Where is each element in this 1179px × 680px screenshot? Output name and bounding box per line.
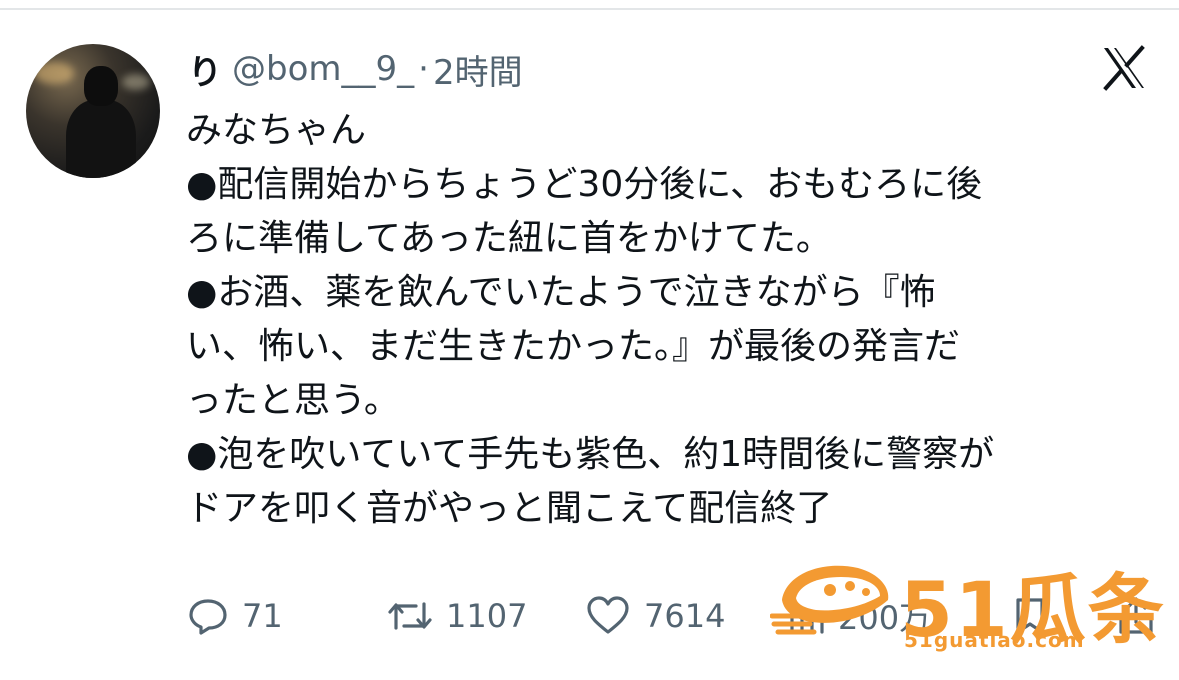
display-name[interactable]: り: [188, 45, 222, 94]
watermark-logo-icon: [770, 565, 889, 635]
tweet-text-line: みなちゃん: [186, 110, 367, 151]
tweet-text: みなちゃん ●配信開始からちょうど30分後に、おもむろに後 ろに準備してあった紐…: [186, 104, 1156, 536]
reply-count: 71: [242, 597, 283, 635]
repost-button[interactable]: 1107: [386, 588, 527, 644]
watermark: 51瓜条 51guatiao.com: [770, 548, 1170, 658]
tweet-text-line: ろに準備してあった紐に首をかけてた。: [186, 218, 832, 259]
tweet-text-line: ●泡を吹いていて手先も紫色、約1時間後に警察が: [186, 434, 995, 475]
tweet-text-line: ったと思う。: [186, 380, 400, 421]
avatar-person: [66, 100, 136, 178]
tweet-timestamp[interactable]: 2時間: [433, 45, 523, 94]
tweet-text-line: ●配信開始からちょうど30分後に、おもむろに後: [186, 164, 983, 205]
header-separator: ·: [418, 49, 429, 89]
tweet-text-line: ●お酒、薬を飲んでいたようで泣きながら『怖: [186, 272, 936, 313]
avatar[interactable]: [26, 44, 160, 178]
like-count: 7614: [644, 597, 726, 635]
tweet-text-line: い、怖い、まだ生きたかった。』が最後の発言だ: [186, 326, 961, 367]
reply-icon: [189, 599, 227, 635]
x-logo-icon: [1103, 45, 1145, 91]
tweet-text-line: ドアを叩く音がやっと聞こえて配信終了: [186, 488, 833, 529]
like-button[interactable]: 7614: [584, 588, 725, 644]
heart-icon: [587, 596, 629, 634]
top-divider: [0, 8, 1179, 10]
avatar-person-head: [84, 66, 118, 106]
avatar-light: [34, 62, 74, 84]
repost-icon: [388, 602, 432, 630]
watermark-url: 51guatiao.com: [904, 628, 1085, 652]
repost-count: 1107: [446, 597, 528, 635]
reply-button[interactable]: 71: [186, 588, 283, 644]
user-handle[interactable]: @bom__9_: [232, 49, 414, 89]
tweet-header: り @bom__9_ · 2時間: [188, 45, 523, 94]
avatar-light: [122, 74, 150, 90]
